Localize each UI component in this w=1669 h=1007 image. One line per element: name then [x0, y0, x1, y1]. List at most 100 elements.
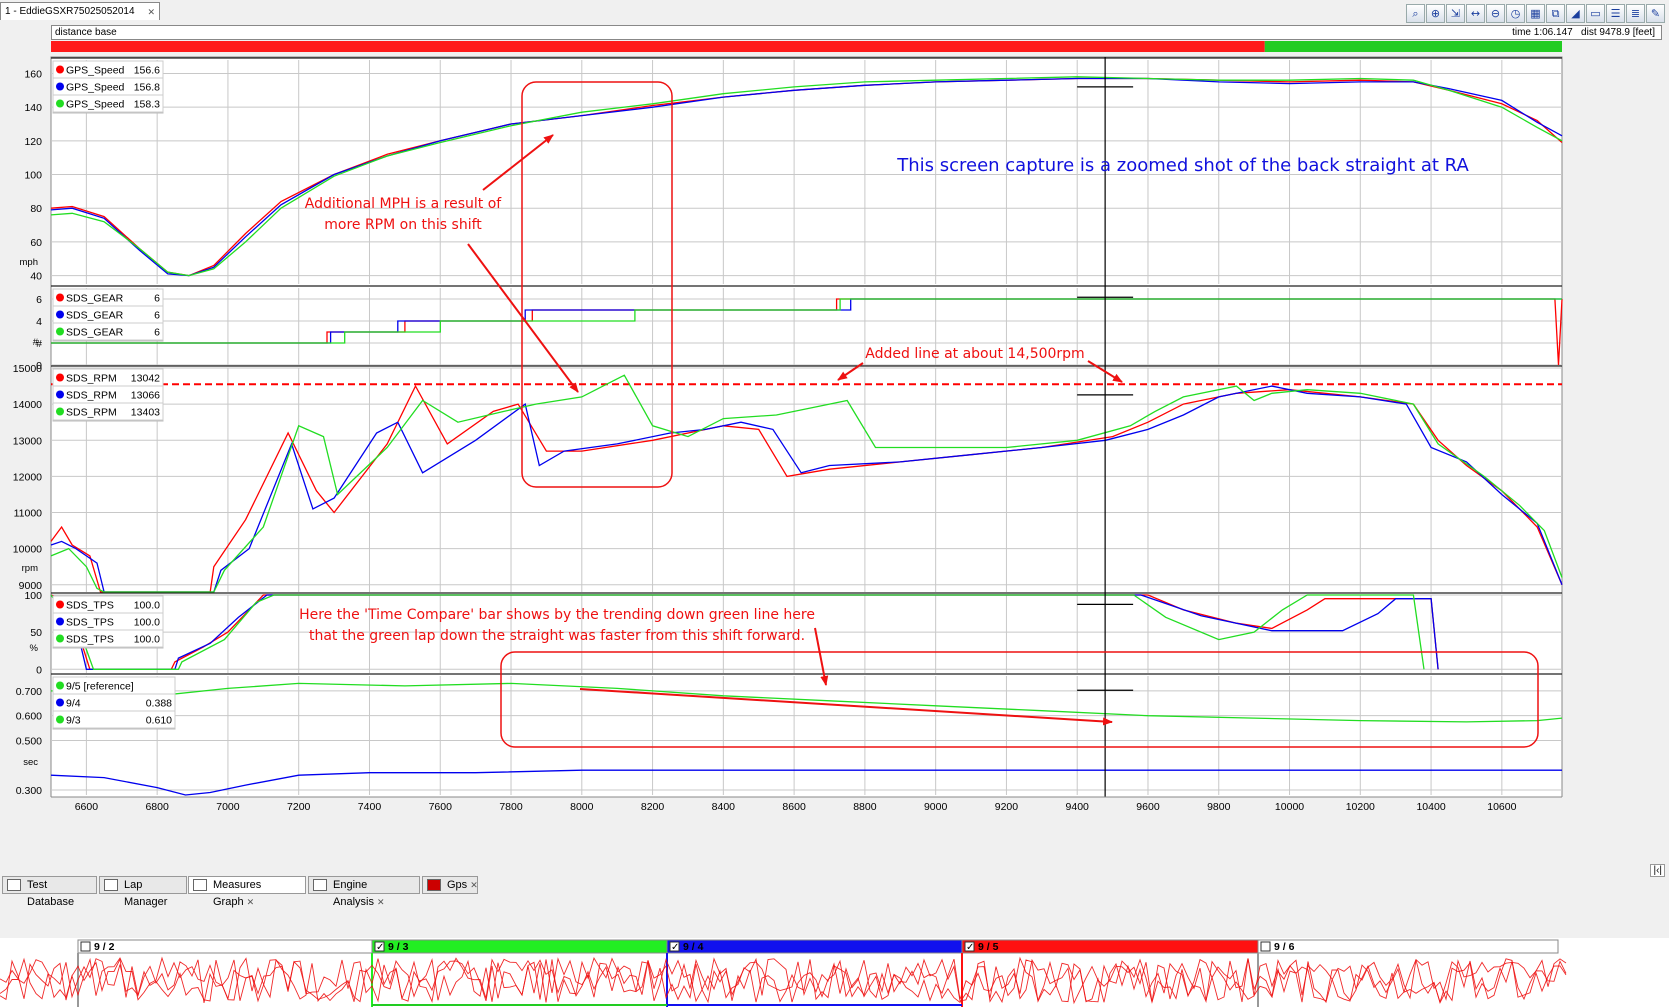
y-tick-label: 13000 [13, 435, 42, 447]
x-tick-label: 9600 [1136, 801, 1160, 813]
legend-label: SDS_RPM [66, 373, 117, 385]
y-unit-label: sec [23, 757, 38, 768]
legend-tps: SDS_TPS 100.0 SDS_TPS 100.0 SDS_TPS 100.0 [52, 595, 164, 649]
legend-label: 9/4 [66, 698, 81, 710]
y-tick-label: 60 [30, 237, 42, 249]
legend-dot-icon [56, 407, 64, 416]
speed-note-line1: Additional MPH is a result of [305, 196, 503, 212]
legend-value: 13066 [131, 390, 160, 402]
lap-checkbox [80, 941, 91, 952]
y-tick-label: 15000 [13, 363, 42, 375]
y-unit-label: # [33, 337, 39, 348]
x-tick-label: 9400 [1066, 801, 1090, 813]
engine-icon [313, 879, 327, 891]
pencil-icon [193, 879, 207, 891]
x-tick-label: 9200 [995, 801, 1019, 813]
x-tick-label: 8800 [853, 801, 877, 813]
legend-label: SDS_TPS [66, 600, 114, 612]
legend-value: 100.0 [134, 634, 160, 646]
x-tick-label: 9800 [1207, 801, 1231, 813]
y-tick-label: 10000 [13, 544, 42, 556]
x-tick-label: 10600 [1487, 801, 1516, 813]
y-tick-label: 100 [24, 170, 42, 182]
legend-dot-icon [56, 681, 64, 690]
legend-value: 100.0 [134, 617, 160, 629]
lap-label: 9 / 6 [1274, 941, 1295, 953]
legend-label: SDS_GEAR [66, 327, 124, 339]
legend-value: 13403 [131, 407, 160, 419]
x-tick-label: 8000 [570, 801, 594, 813]
tab-label: Test Database [27, 879, 75, 908]
check-icon: ✓ [376, 942, 384, 953]
y-tick-label: 0.300 [16, 785, 42, 797]
legend-dot-icon [56, 373, 64, 382]
legend-dot-icon [56, 617, 64, 626]
legend-label: GPS_Speed [66, 82, 125, 94]
x-tick-label: 7400 [358, 801, 382, 813]
legend-value: 0.610 [146, 715, 172, 727]
legend-value: 13042 [131, 373, 160, 385]
tab-gps[interactable]: Gps ✕ [422, 876, 478, 894]
lap-checkbox [1260, 941, 1271, 952]
legend-dot-icon [56, 327, 64, 336]
segment-bar-green [1264, 41, 1562, 52]
database-icon [7, 879, 21, 891]
rpm-note: Added line at about 14,500rpm [865, 346, 1084, 362]
legend-value: 156.8 [134, 82, 160, 94]
legend-value: 100.0 [134, 600, 160, 612]
legend-label: SDS_GEAR [66, 310, 124, 322]
legend-label: SDS_TPS [66, 617, 114, 629]
y-tick-label: 0.600 [16, 711, 42, 723]
y-tick-label: 12000 [13, 471, 42, 483]
lap-header [666, 939, 963, 954]
legend-label: SDS_TPS [66, 634, 114, 646]
legend-dot-icon [56, 99, 64, 108]
strip-scroll-arrows[interactable]: |‹| [1650, 864, 1665, 877]
lap-header [371, 939, 668, 954]
legend-dot-icon [56, 82, 64, 91]
x-tick-label: 6600 [75, 801, 99, 813]
lap-header [77, 939, 373, 954]
x-tick-label: 8400 [712, 801, 736, 813]
legend-label: SDS_GEAR [66, 293, 124, 305]
lap-label: 9 / 5 [978, 941, 999, 953]
segment-bar-red [51, 41, 1265, 52]
legend-label: GPS_Speed [66, 99, 125, 111]
bottom-tab-bar: Test Database Lap Manager Measures Graph ✕ E… [0, 876, 1669, 908]
y-tick-label: 0.700 [16, 686, 42, 698]
legend-label: SDS_RPM [66, 407, 117, 419]
compare-note-line1: Here the 'Time Compare' bar shows by the… [299, 607, 815, 623]
tab-engine-analysis[interactable]: Engine Analysis ✕ [308, 876, 420, 908]
legend-dot-icon [56, 293, 64, 302]
legend-dot-icon [56, 65, 64, 74]
x-tick-label: 7600 [429, 801, 453, 813]
tab-test-database[interactable]: Test Database [2, 876, 97, 908]
y-unit-label: mph [20, 257, 38, 268]
y-tick-label: 6 [36, 294, 42, 306]
x-tick-label: 7000 [216, 801, 240, 813]
measures-graph[interactable]: 406080100120140160mphGPS_Speed 156.6GPS_S… [0, 0, 1669, 870]
y-tick-label: 160 [24, 68, 42, 80]
gps-icon [427, 879, 441, 891]
lap-label: 9 / 3 [388, 941, 409, 953]
zoom-note: This screen capture is a zoomed shot of … [896, 155, 1469, 176]
x-tick-label: 7200 [287, 801, 311, 813]
lap-overview-strip[interactable]: 9 / 2 ✓ 9 / 3 ✓ 9 / 4 ✓ 9 / 5 9 / 6 [0, 938, 1669, 1007]
lap-label: 9 / 4 [683, 941, 704, 953]
close-tab-icon[interactable]: ✕ [247, 897, 255, 907]
legend-value: 6 [154, 310, 160, 322]
y-tick-label: 0.500 [16, 735, 42, 747]
legend-rpm: SDS_RPM 13042 SDS_RPM 13066 SDS_RPM 13403 [52, 368, 164, 422]
legend-label: 9/3 [66, 715, 81, 727]
tab-lap-manager[interactable]: Lap Manager [99, 876, 187, 908]
legend-speed: GPS_Speed 156.6 GPS_Speed 156.8 GPS_Speed 158… [52, 60, 164, 114]
tab-label: Lap Manager [124, 879, 168, 908]
close-tab-icon[interactable]: ✕ [377, 897, 385, 907]
y-tick-label: 11000 [14, 508, 43, 520]
x-tick-label: 7800 [499, 801, 523, 813]
lap-header [961, 939, 1259, 954]
tab-measures-graph[interactable]: Measures Graph ✕ [188, 876, 306, 908]
legend-gear: SDS_GEAR 6 SDS_GEAR 6 SDS_GEAR 6 [52, 288, 164, 342]
close-tab-icon[interactable]: ✕ [470, 880, 478, 890]
y-tick-label: 120 [24, 136, 42, 148]
